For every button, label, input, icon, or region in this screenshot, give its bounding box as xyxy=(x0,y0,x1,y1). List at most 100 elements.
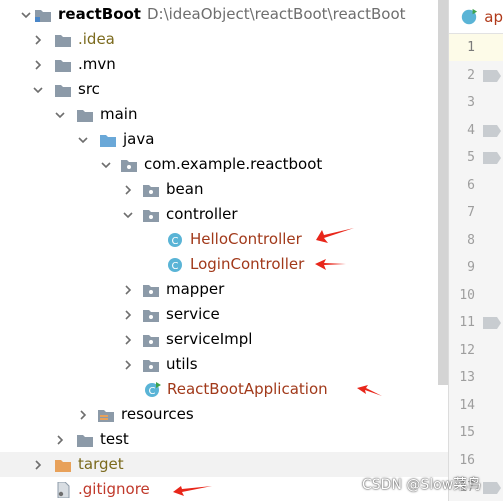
tree-item-login-controller[interactable]: C LoginController xyxy=(0,252,448,277)
chevron-down-icon[interactable] xyxy=(75,127,91,152)
tree-item-test[interactable]: test xyxy=(0,427,448,452)
tree-item-hello-controller[interactable]: C HelloController xyxy=(0,227,448,252)
line-number: 1 xyxy=(467,40,475,55)
tree-item-package-root[interactable]: com.example.reactboot xyxy=(0,152,448,177)
tree-item-mvn[interactable]: .mvn xyxy=(0,52,448,77)
spring-boot-class-icon xyxy=(459,7,478,27)
chevron-down-icon[interactable] xyxy=(120,202,136,227)
tree-item-label: com.example.reactboot xyxy=(144,155,323,173)
chevron-right-icon[interactable] xyxy=(30,452,46,477)
tree-item-label: serviceImpl xyxy=(166,330,253,348)
editor-tab-label: ap xyxy=(484,7,503,26)
folder-icon xyxy=(76,431,94,449)
fold-marker-icon[interactable] xyxy=(483,316,503,330)
gutter-line[interactable]: 16 xyxy=(449,447,503,474)
tree-item-label: bean xyxy=(166,180,204,198)
gutter-line[interactable]: 3 xyxy=(449,89,503,116)
line-number: 5 xyxy=(467,150,475,165)
package-icon xyxy=(142,206,160,224)
tree-scrollbar[interactable] xyxy=(438,0,448,385)
editor-tab[interactable]: ap xyxy=(449,0,503,34)
tree-item-label: mapper xyxy=(166,280,225,298)
gutter-line[interactable]: 8 xyxy=(449,227,503,254)
tree-item-utils[interactable]: utils xyxy=(0,352,448,377)
package-icon xyxy=(142,306,160,324)
gutter-line[interactable]: 5 xyxy=(449,144,503,171)
file-icon xyxy=(54,481,72,499)
gutter-line[interactable]: 15 xyxy=(449,419,503,446)
fold-marker-icon[interactable] xyxy=(483,69,503,83)
chevron-right-icon[interactable] xyxy=(120,327,136,352)
package-icon xyxy=(142,356,160,374)
fold-marker-icon[interactable] xyxy=(483,124,503,138)
fold-marker-icon[interactable] xyxy=(483,151,503,165)
line-number: 6 xyxy=(467,177,475,193)
line-number: 14 xyxy=(459,397,475,413)
annotation-arrow-icon xyxy=(357,385,382,396)
svg-text:C: C xyxy=(172,261,179,272)
gutter-line[interactable]: 9 xyxy=(449,254,503,281)
tree-item-java[interactable]: java xyxy=(0,127,448,152)
gutter-line[interactable]: 13 xyxy=(449,364,503,391)
svg-text:C: C xyxy=(149,386,156,397)
project-path: D:\ideaObject\reactBoot\reactBoot xyxy=(146,5,406,23)
chevron-down-icon[interactable] xyxy=(18,2,34,27)
tree-item-src[interactable]: src xyxy=(0,77,448,102)
tree-item-resources[interactable]: resources xyxy=(0,402,448,427)
gutter-line[interactable]: 6 xyxy=(449,172,503,199)
folder-icon xyxy=(54,31,72,49)
java-class-icon: C xyxy=(166,231,184,249)
java-class-icon: C xyxy=(166,256,184,274)
watermark: CSDN @Slow菜鸟 xyxy=(362,477,482,493)
tree-item-bean[interactable]: bean xyxy=(0,177,448,202)
gutter-line[interactable]: 2 xyxy=(449,62,503,89)
annotation-arrow-icon xyxy=(316,228,354,243)
gutter-line[interactable]: 12 xyxy=(449,337,503,364)
chevron-right-icon[interactable] xyxy=(120,177,136,202)
svg-text:C: C xyxy=(172,236,179,247)
tree-item-label: src xyxy=(78,80,100,98)
tree-item-label: main xyxy=(100,105,138,123)
chevron-right-icon[interactable] xyxy=(120,302,136,327)
resources-folder-icon xyxy=(97,406,115,424)
gutter-line[interactable]: 4 xyxy=(449,117,503,144)
chevron-right-icon[interactable] xyxy=(30,52,46,77)
tree-item-label: utils xyxy=(166,355,198,373)
line-number: 3 xyxy=(467,95,475,110)
chevron-right-icon[interactable] xyxy=(120,277,136,302)
gutter-line[interactable]: 7 xyxy=(449,199,503,226)
chevron-down-icon[interactable] xyxy=(98,152,114,177)
line-number: 10 xyxy=(459,287,475,303)
gutter-line[interactable]: 10 xyxy=(449,282,503,309)
chevron-right-icon[interactable] xyxy=(75,402,91,427)
tree-item-mapper[interactable]: mapper xyxy=(0,277,448,302)
folder-icon xyxy=(54,56,72,74)
tree-item-main[interactable]: main xyxy=(0,102,448,127)
gutter-line[interactable]: 14 xyxy=(449,392,503,419)
chevron-down-icon[interactable] xyxy=(52,102,68,127)
tree-item-label: service xyxy=(166,305,220,323)
tree-item-service[interactable]: service xyxy=(0,302,448,327)
gutter-line[interactable]: 1 xyxy=(449,34,503,61)
chevron-right-icon[interactable] xyxy=(30,27,46,52)
tree-item-idea[interactable]: .idea xyxy=(0,27,448,52)
tree-item-serviceimpl[interactable]: serviceImpl xyxy=(0,327,448,352)
chevron-down-icon[interactable] xyxy=(30,77,46,102)
chevron-right-icon[interactable] xyxy=(52,427,68,452)
excluded-folder-icon xyxy=(54,456,72,474)
tree-item-label: java xyxy=(123,130,155,148)
line-number: 4 xyxy=(467,122,475,138)
line-number: 15 xyxy=(459,425,475,440)
tree-item-label: ReactBootApplication xyxy=(167,380,328,398)
line-number: 11 xyxy=(459,315,475,330)
fold-marker-icon[interactable] xyxy=(483,481,503,495)
tree-item-reactboot[interactable]: reactBoot D:\ideaObject\reactBoot\reactB… xyxy=(0,2,448,27)
gutter-line[interactable]: 11 xyxy=(449,309,503,336)
tree-item-label: reactBoot xyxy=(58,5,141,23)
chevron-right-icon[interactable] xyxy=(120,352,136,377)
tree-item-label: target xyxy=(78,455,124,473)
package-icon xyxy=(120,156,138,174)
annotation-arrow-icon xyxy=(173,486,212,496)
tree-item-controller[interactable]: controller xyxy=(0,202,448,227)
package-icon xyxy=(142,181,160,199)
